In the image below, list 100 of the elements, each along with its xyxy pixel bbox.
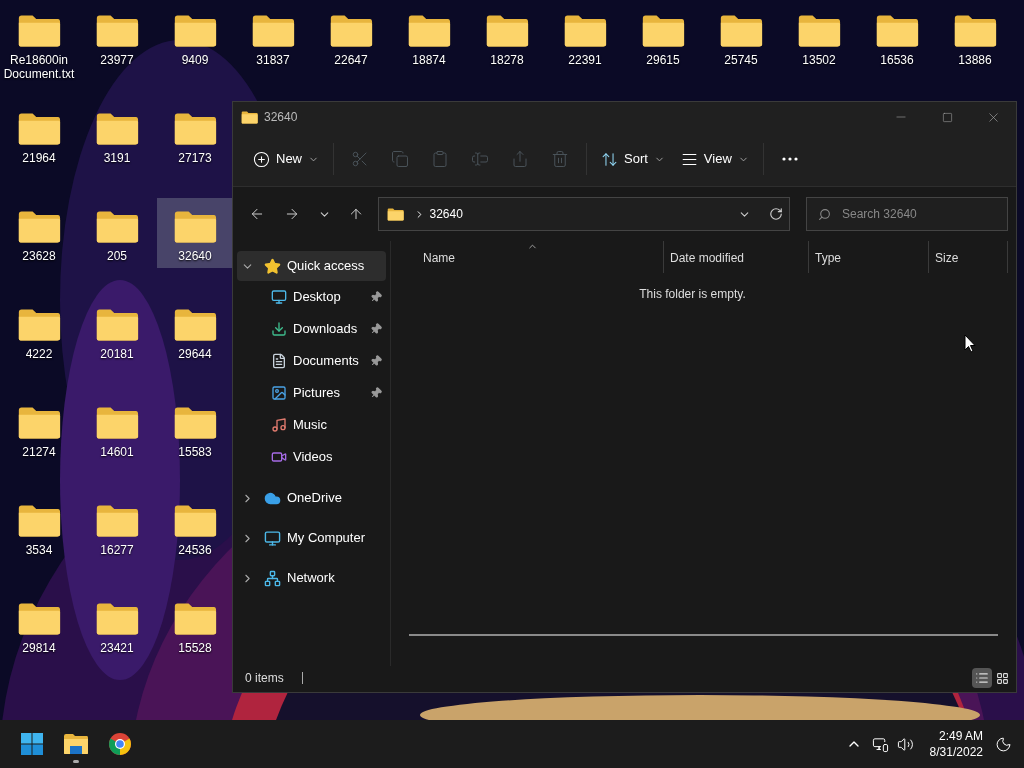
sidebar-item[interactable]: Music <box>237 409 386 441</box>
desktop-icon[interactable]: 23421 <box>79 590 155 660</box>
monitor-icon <box>264 529 281 547</box>
folder-icon <box>63 733 89 755</box>
empty-folder-message: This folder is empty. <box>639 286 746 303</box>
search-field[interactable]: Search 32640 <box>806 197 1008 231</box>
desktop-icon[interactable]: 15583 <box>157 394 233 464</box>
item-count: 0 items <box>245 670 284 687</box>
sidebar-item[interactable]: Quick access <box>237 251 386 281</box>
column-header[interactable]: Date modified <box>663 241 808 273</box>
desktop-icon[interactable]: 25745 <box>703 2 779 72</box>
desktop-icon[interactable]: 31837 <box>235 2 311 72</box>
desktop-icon[interactable]: 21964 <box>1 100 77 170</box>
desktop-icon[interactable]: 29615 <box>625 2 701 72</box>
desktop-icon-label: 18874 <box>412 53 446 67</box>
desktop-icon-label: 3534 <box>25 543 53 557</box>
desktop-icon-label: 14601 <box>100 445 134 459</box>
browser-logo-icon <box>108 732 132 756</box>
desktop-icon-label: Re18600in Document.txt <box>2 53 76 81</box>
desktop-icon[interactable]: 18278 <box>469 2 545 72</box>
desktop-icon-label: 32640 <box>178 249 212 263</box>
desktop-icon[interactable]: 3534 <box>1 492 77 562</box>
sidebar-item[interactable]: Videos <box>237 441 386 473</box>
desktop-icon-label: 29814 <box>22 641 56 655</box>
desktop-icon-label: 25745 <box>724 53 758 67</box>
search-icon <box>818 208 831 221</box>
desktop-icon[interactable]: 23628 <box>1 198 77 268</box>
desktop-icon[interactable]: 16277 <box>79 492 155 562</box>
toolbar-button[interactable]: View <box>672 141 757 177</box>
desktop-icon[interactable]: 9409 <box>157 2 233 72</box>
sidebar-item-label: Documents <box>293 352 360 371</box>
volume-icon <box>896 735 914 753</box>
monitor-icon <box>271 289 287 305</box>
clock-time: 2:49 AM <box>938 728 983 744</box>
sidebar-item[interactable]: My Computer <box>237 523 386 553</box>
windows-logo-icon <box>20 732 44 756</box>
desktop-icon[interactable]: 32640 <box>157 198 233 268</box>
desktop-icon[interactable]: 22391 <box>547 2 623 72</box>
tiles-view-icon <box>995 671 1009 685</box>
desktop-icon[interactable]: 22647 <box>313 2 389 72</box>
desktop-icon-label: 23977 <box>100 53 134 67</box>
address-bar[interactable]: 32640 <box>378 197 790 231</box>
sidebar-item-label: Pictures <box>293 384 341 403</box>
column-header[interactable]: Name <box>391 241 663 273</box>
mouse-pointer-icon <box>964 334 976 353</box>
sidebar-item[interactable]: Network <box>237 563 386 593</box>
sidebar-item-label: My Computer <box>287 529 366 548</box>
desktop-icon[interactable]: 16536 <box>859 2 935 72</box>
sidebar-item[interactable]: OneDrive <box>237 483 386 513</box>
folder-icon <box>387 207 405 221</box>
sidebar-item[interactable]: Pictures <box>237 377 386 409</box>
desktop-icon-label: 27173 <box>178 151 212 165</box>
moon-icon <box>995 735 1012 753</box>
clock-date: 8/31/2022 <box>929 744 983 760</box>
desktop-icon-label: 16536 <box>880 53 914 67</box>
desktop-icon[interactable]: 14601 <box>79 394 155 464</box>
desktop-icon-label: 13502 <box>802 53 836 67</box>
desktop-icon[interactable]: 27173 <box>157 100 233 170</box>
desktop-icon[interactable]: 205 <box>79 198 155 268</box>
desktop-icon[interactable]: 29644 <box>157 296 233 366</box>
sort-icon <box>601 150 618 168</box>
horizontal-scrollbar[interactable] <box>409 634 998 636</box>
desktop-icon-label: 13886 <box>958 53 992 67</box>
desktop-icon[interactable]: 13502 <box>781 2 857 72</box>
folder-icon <box>241 110 258 124</box>
sidebar-item-label: Quick access <box>287 257 365 276</box>
network-icon <box>264 569 281 587</box>
desktop-icon-label: 29615 <box>646 53 680 67</box>
desktop-icon-label: 21274 <box>22 445 56 459</box>
desktop-icon[interactable]: 3191 <box>79 100 155 170</box>
desktop-icon[interactable]: 20181 <box>79 296 155 366</box>
desktop-icon[interactable]: 23977 <box>79 2 155 72</box>
breadcrumb[interactable]: 32640 <box>429 205 463 223</box>
desktop-icon-label: 205 <box>107 249 127 263</box>
forward-icon <box>284 206 300 222</box>
sidebar-item-label: Network <box>287 569 335 588</box>
sidebar-item[interactable]: Desktop <box>237 281 386 313</box>
desktop-icon[interactable]: 29814 <box>1 590 77 660</box>
desktop-icon-label: 4222 <box>25 347 53 361</box>
desktop-icon[interactable]: 4222 <box>1 296 77 366</box>
sidebar-item-label: Desktop <box>293 288 342 307</box>
desktop-icon[interactable]: 24536 <box>157 492 233 562</box>
desktop-icon-label: 22391 <box>568 53 602 67</box>
column-header[interactable]: Type <box>808 241 928 273</box>
toolbar-button[interactable]: New <box>245 141 327 177</box>
desktop-icon[interactable]: Re18600in Document.txt <box>1 2 77 83</box>
maximize-icon <box>941 111 953 123</box>
clock[interactable]: 2:49 AM 8/31/2022 <box>929 728 983 760</box>
desktop-icon[interactable]: 21274 <box>1 394 77 464</box>
desktop-icon[interactable]: 13886 <box>937 2 1013 72</box>
view-toggle-button[interactable] <box>972 668 992 688</box>
sidebar-item[interactable]: Documents <box>237 345 386 377</box>
column-header[interactable]: Size <box>928 241 1008 273</box>
toolbar-button[interactable]: Sort <box>593 141 673 177</box>
desktop-icon[interactable]: 18874 <box>391 2 467 72</box>
desktop-icon[interactable]: 15528 <box>157 590 233 660</box>
desktop-icon-label: 23628 <box>22 249 56 263</box>
desktop-icon-label: 24536 <box>178 543 212 557</box>
sidebar-item[interactable]: Downloads <box>237 313 386 345</box>
sidebar-item-label: OneDrive <box>287 489 342 508</box>
